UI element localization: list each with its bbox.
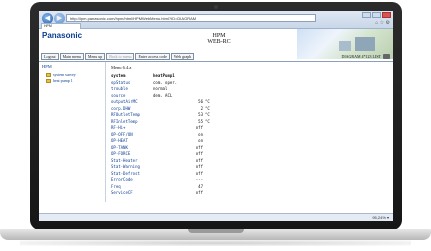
maximize-button[interactable] xyxy=(372,12,381,18)
table-row: ServiceCF off xyxy=(111,190,221,197)
building-graphic xyxy=(339,41,351,51)
folder-icon xyxy=(46,78,51,83)
tree-item-system-survey[interactable]: system survey xyxy=(46,72,102,77)
row-value: off xyxy=(195,190,203,195)
laptop-shadow xyxy=(20,240,411,246)
laptop-notch xyxy=(188,229,244,233)
laptop-lid: ◀ ▶ http://lpm.panasonic.com/hpm/html/HP… xyxy=(30,2,402,230)
brand-logo: Panasonic xyxy=(42,31,83,40)
data-panel: Menu 6.4.a system heatPump1 opStatus com.… xyxy=(111,65,221,197)
browser-tab[interactable]: HPM xyxy=(41,23,81,29)
back-to-menu-button[interactable]: Back to menu xyxy=(106,53,135,60)
address-bar[interactable]: http://lpm.panasonic.com/hpm/html/HPMWeb… xyxy=(66,14,316,22)
browser-chrome: ◀ ▶ http://lpm.panasonic.com/hpm/html/HP… xyxy=(39,11,393,29)
diagram-label: DIAGRAM 4*123 LIST xyxy=(341,54,381,59)
building-graphic xyxy=(355,37,375,51)
folder-icon xyxy=(46,72,51,77)
row-unit xyxy=(203,190,213,197)
web-graph-button[interactable]: Web graph xyxy=(170,53,195,60)
window-controls xyxy=(362,12,391,18)
minimize-button[interactable] xyxy=(362,12,371,18)
title-line-2: WEB-RC xyxy=(207,39,231,45)
close-button[interactable] xyxy=(382,12,391,18)
status-bar: 95,24% ▾ xyxy=(39,213,393,221)
logout-button[interactable]: Logout xyxy=(41,53,59,60)
tree-item-label: system survey xyxy=(53,72,76,77)
menu-toolbar: Logout Main menu Menu up Back to menu En… xyxy=(41,53,195,60)
monitor-icon[interactable] xyxy=(383,54,390,59)
laptop-screen: ◀ ▶ http://lpm.panasonic.com/hpm/html/HP… xyxy=(39,11,393,221)
main-menu-button[interactable]: Main menu xyxy=(59,53,84,60)
pane-splitter[interactable] xyxy=(105,62,106,202)
tree-item-heat-pump-1[interactable]: heat pump 1 xyxy=(46,78,102,83)
navigation-tree: HPM system survey heat pump 1 xyxy=(42,64,102,84)
enter-access-code-button[interactable]: Enter access code xyxy=(135,53,170,60)
menu-up-button[interactable]: Menu up xyxy=(84,53,106,60)
camera-icon xyxy=(214,5,218,9)
zoom-level[interactable]: 95,24% ▾ xyxy=(372,215,389,220)
page-title: HPM WEB-RC xyxy=(189,33,249,45)
tree-root[interactable]: HPM xyxy=(42,64,102,69)
divider xyxy=(39,61,393,62)
menu-id: Menu 6.4.a xyxy=(111,65,132,70)
data-rows: opStatus com. oper. trouble normal source dem… xyxy=(111,80,221,197)
laptop-base xyxy=(0,229,431,240)
row-key: ServiceCF xyxy=(111,190,133,195)
tree-item-label: heat pump 1 xyxy=(53,78,73,83)
toolbar-icons[interactable]: ⌂ ☆ ⚙ xyxy=(375,20,390,26)
